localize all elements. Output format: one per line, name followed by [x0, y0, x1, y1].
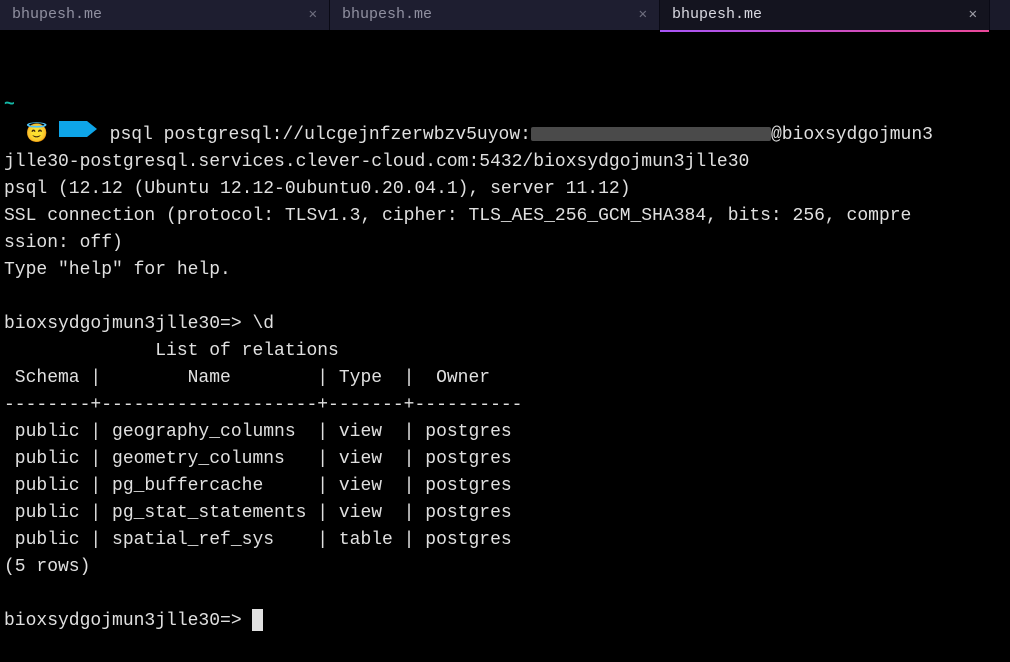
ssl-line2: ssion: off)	[4, 233, 123, 253]
table-title: List of relations	[4, 341, 339, 361]
psql-command-part1: psql postgresql://ulcgejnfzerwbzv5uyow:	[110, 125, 531, 145]
db-prompt-2: bioxsydgojmun3jlle30=>	[4, 611, 242, 631]
help-line: Type "help" for help.	[4, 260, 231, 280]
psql-command-host: @bioxsydgojmun3	[771, 125, 933, 145]
tab-title: bhupesh.me	[672, 4, 762, 27]
table-footer: (5 rows)	[4, 557, 90, 577]
prompt-emoji-icon: 😇	[26, 125, 48, 145]
tab-3[interactable]: bhupesh.me ✕	[660, 0, 990, 30]
tab-bar: bhupesh.me ✕ bhupesh.me ✕ bhupesh.me ✕	[0, 0, 1010, 30]
psql-version: psql (12.12 (Ubuntu 12.12-0ubuntu0.20.04…	[4, 179, 631, 199]
prompt-tilde: ~	[4, 95, 15, 115]
redacted-password	[531, 127, 771, 141]
db-prompt: bioxsydgojmun3jlle30=>	[4, 314, 242, 334]
tab-1[interactable]: bhupesh.me ✕	[0, 0, 330, 30]
table-divider: --------+--------------------+-------+--…	[4, 395, 522, 415]
db-command: \d	[242, 314, 274, 334]
psql-command-line2: jlle30-postgresql.services.clever-cloud.…	[4, 152, 749, 172]
table-row: public | geometry_columns | view | postg…	[4, 449, 512, 469]
table-row: public | spatial_ref_sys | table | postg…	[4, 530, 512, 550]
table-row: public | geography_columns | view | post…	[4, 422, 512, 442]
close-icon[interactable]: ✕	[639, 5, 647, 26]
close-icon[interactable]: ✕	[309, 5, 317, 26]
table-row: public | pg_buffercache | view | postgre…	[4, 476, 512, 496]
table-header: Schema | Name | Type | Owner	[4, 368, 522, 388]
tab-title: bhupesh.me	[342, 4, 432, 27]
cursor-icon	[252, 609, 263, 631]
ssl-line1: SSL connection (protocol: TLSv1.3, ciphe…	[4, 206, 911, 226]
table-row: public | pg_stat_statements | view | pos…	[4, 503, 512, 523]
close-icon[interactable]: ✕	[969, 5, 977, 26]
tab-2[interactable]: bhupesh.me ✕	[330, 0, 660, 30]
prompt-arrow-icon	[59, 119, 99, 149]
tab-title: bhupesh.me	[12, 4, 102, 27]
terminal-content[interactable]: ~ 😇 psql postgresql://ulcgejnfzerwbzv5uy…	[0, 30, 1010, 635]
